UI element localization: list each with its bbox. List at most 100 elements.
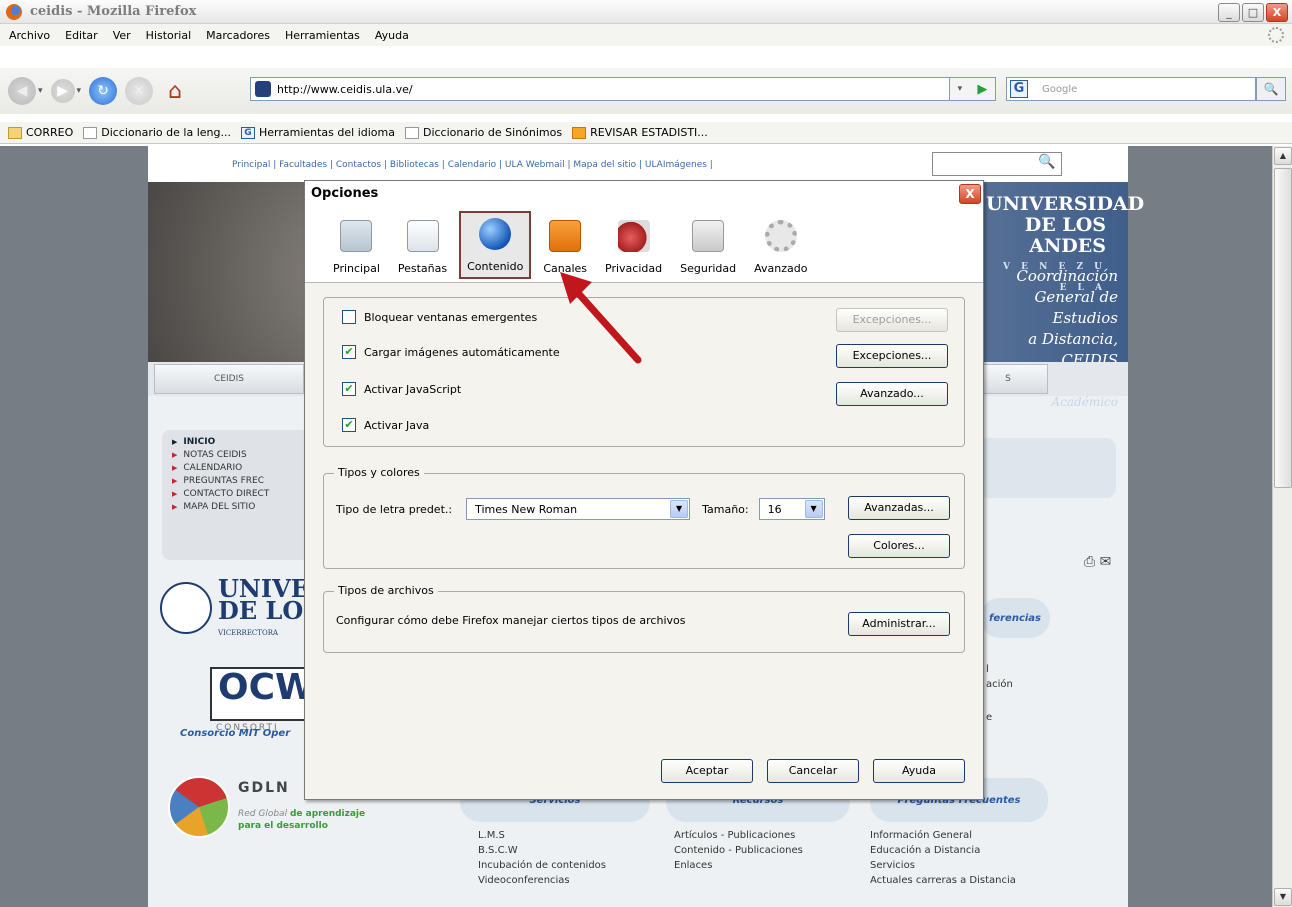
ocw-main: OCW (218, 667, 315, 708)
maximize-button[interactable]: □ (1242, 3, 1264, 22)
bookmark-label: Diccionario de la leng... (101, 126, 231, 139)
url-history-dropdown[interactable]: ▾ (958, 84, 963, 94)
list-item[interactable]: Servicios (870, 858, 1016, 873)
gdln-title[interactable]: GDLN (238, 780, 290, 796)
minimize-button[interactable]: _ (1218, 3, 1240, 22)
images-exceptions-button[interactable]: Excepciones... (836, 344, 948, 368)
list-item[interactable]: Contenido - Publicaciones (674, 843, 803, 858)
menu-archivo[interactable]: Archivo (9, 29, 50, 42)
menu-ver[interactable]: Ver (113, 29, 131, 42)
pill-conferencias[interactable]: ferencias (980, 598, 1050, 638)
menu-bar: Archivo Editar Ver Historial Marcadores … (0, 24, 1292, 46)
menu-herramientas[interactable]: Herramientas (285, 29, 360, 42)
advanced-fonts-button[interactable]: Avanzadas... (848, 496, 950, 520)
tab-seguridad[interactable]: Seguridad (674, 207, 742, 281)
list-item[interactable]: Educación a Distancia (870, 843, 1016, 858)
help-button[interactable]: Ayuda (873, 759, 965, 783)
file-types-text: Configurar cómo debe Firefox manejar cie… (336, 614, 686, 627)
gdln-caption-1: Red Global (238, 809, 288, 819)
javascript-checkbox[interactable]: ✔ (342, 382, 356, 396)
gear-icon (764, 220, 797, 252)
accept-button[interactable]: Aceptar (661, 759, 753, 783)
forward-button[interactable]: ▶ (50, 79, 75, 103)
list-item[interactable]: Actuales carreras a Distancia (870, 873, 1016, 888)
java-option[interactable]: ✔ Activar Java (342, 418, 429, 432)
mit-consortium-text[interactable]: Consorcio MIT Oper (180, 728, 290, 739)
javascript-advanced-button[interactable]: Avanzado... (836, 382, 948, 406)
list-item[interactable]: Artículos - Publicaciones (674, 828, 803, 843)
principal-icon (340, 220, 373, 252)
search-box[interactable]: G Google (1006, 77, 1256, 101)
menu-editar[interactable]: Editar (65, 29, 98, 42)
google-icon[interactable]: G (1010, 80, 1028, 98)
list-item[interactable]: L.M.S (478, 828, 606, 843)
chevron-down-icon[interactable]: ▼ (804, 500, 823, 518)
list-item[interactable]: Información General (870, 828, 1016, 843)
images-option[interactable]: ✔ Cargar imágenes automáticamente (342, 345, 560, 359)
back-button[interactable]: ◀ (8, 77, 36, 105)
right-panel (978, 438, 1116, 498)
forward-history-dropdown[interactable]: ▾ (77, 86, 82, 96)
fonts-colors-group: Tipos y colores Tipo de letra predet.: T… (323, 466, 965, 569)
ula-seal (160, 582, 212, 634)
tab-contenido[interactable]: Contenido (459, 211, 532, 279)
reload-button[interactable]: ↻ (89, 77, 118, 105)
tab-avanzado[interactable]: Avanzado (748, 207, 813, 281)
menu-historial[interactable]: Historial (146, 29, 191, 42)
rss-feed-icon (549, 220, 582, 252)
dialog-title: Opciones (305, 181, 983, 207)
images-checkbox[interactable]: ✔ (342, 345, 356, 359)
font-select[interactable]: Times New Roman ▼ (466, 498, 691, 520)
list-item[interactable]: B.S.C.W (478, 843, 606, 858)
scroll-thumb[interactable] (1274, 168, 1292, 488)
list-item[interactable]: Videoconferencias (478, 873, 606, 888)
fragment-2: ación (986, 679, 1013, 690)
url-bar[interactable]: http://www.ceidis.ula.ve/ (250, 77, 950, 101)
site-tab-ceidis[interactable]: CEIDIS (154, 364, 304, 394)
java-checkbox[interactable]: ✔ (342, 418, 356, 432)
vertical-scrollbar[interactable]: ▲ ▼ (1272, 146, 1292, 907)
url-text[interactable]: http://www.ceidis.ula.ve/ (277, 83, 413, 96)
popup-block-checkbox[interactable] (342, 310, 356, 324)
close-window-button[interactable]: X (1266, 3, 1288, 22)
bookmark-label: REVISAR ESTADISTI... (590, 126, 708, 139)
top-nav-links[interactable]: Principal | Facultades | Contactos | Bib… (232, 160, 713, 170)
list-item[interactable]: Enlaces (674, 858, 803, 873)
bookmark-diccionario[interactable]: Diccionario de la leng... (83, 126, 231, 139)
back-history-dropdown[interactable]: ▾ (38, 86, 43, 96)
tab-pestanas[interactable]: Pestañas (392, 207, 453, 281)
home-button[interactable]: ⌂ (161, 77, 189, 105)
scroll-down-button[interactable]: ▼ (1274, 888, 1292, 906)
stop-button[interactable]: ✕ (125, 77, 154, 105)
menu-ayuda[interactable]: Ayuda (375, 29, 409, 42)
print-mail-icons[interactable]: ⎙ ✉ (1084, 554, 1111, 570)
popup-exceptions-button[interactable]: Excepciones... (836, 308, 948, 332)
window-controls: _ □ X (1218, 3, 1288, 22)
size-select[interactable]: 16 ▼ (758, 498, 825, 520)
dialog-close-button[interactable]: X (959, 184, 981, 204)
folder-icon (8, 126, 22, 139)
bookmark-sinonimos[interactable]: Diccionario de Sinónimos (404, 126, 562, 139)
search-icon[interactable]: 🔍 (1038, 154, 1055, 170)
gdln-globe-icon (168, 776, 230, 838)
search-button[interactable]: 🔍 (1256, 77, 1286, 101)
chevron-down-icon[interactable]: ▼ (670, 500, 689, 518)
top-links: Principal | Facultades | Contactos | Bib… (148, 146, 1128, 182)
go-button[interactable]: ▶ (977, 82, 987, 97)
fragment-1: l (986, 664, 989, 675)
list-item[interactable]: Incubación de contenidos (478, 858, 606, 873)
popup-block-option[interactable]: Bloquear ventanas emergentes (342, 310, 537, 324)
manage-button[interactable]: Administrar... (848, 612, 950, 636)
javascript-option[interactable]: ✔ Activar JavaScript (342, 382, 461, 396)
bookmark-herramientas[interactable]: G Herramientas del idioma (240, 126, 395, 139)
scroll-up-button[interactable]: ▲ (1274, 147, 1292, 165)
menu-marcadores[interactable]: Marcadores (206, 29, 270, 42)
cancel-button[interactable]: Cancelar (767, 759, 859, 783)
tab-principal[interactable]: Principal (327, 207, 386, 281)
bookmark-estadisticas[interactable]: REVISAR ESTADISTI... (572, 126, 708, 139)
colors-button[interactable]: Colores... (848, 534, 950, 558)
servicios-list: L.M.S B.S.C.W Incubación de contenidos V… (478, 828, 606, 888)
google-icon: G (240, 126, 255, 139)
bookmark-correo[interactable]: CORREO (8, 126, 73, 139)
uni-line-1: UNIVERSIDAD (986, 193, 1145, 215)
